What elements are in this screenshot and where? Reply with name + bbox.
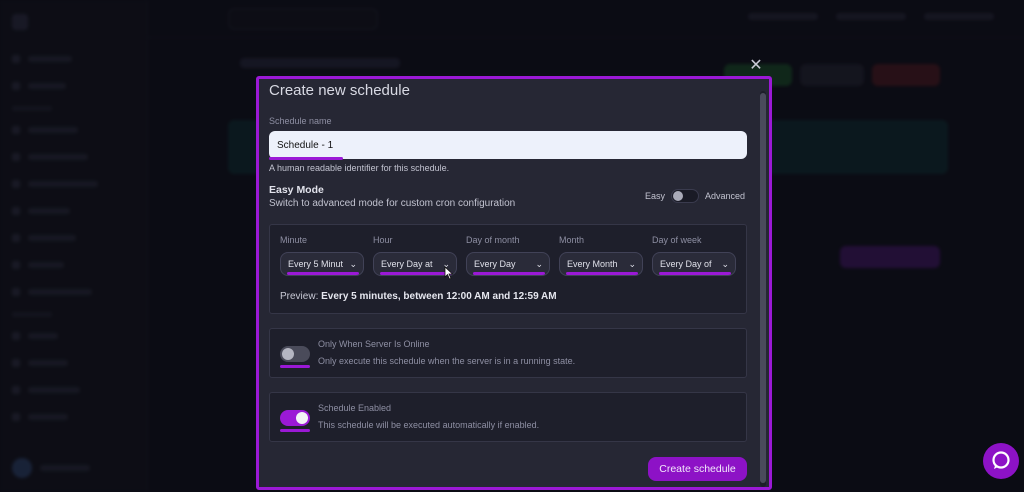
modal-title: Create new schedule — [269, 82, 410, 99]
schedule-enabled-toggle[interactable] — [280, 410, 310, 432]
select-indicator — [659, 272, 731, 275]
hour-value: Every Day at — [381, 259, 433, 269]
option-description: Only execute this schedule when the serv… — [318, 356, 576, 366]
easy-mode-subtitle: Switch to advanced mode for custom cron … — [269, 198, 516, 209]
option-title: Schedule Enabled — [318, 403, 392, 413]
minute-value: Every 5 Minut — [288, 259, 344, 269]
hour-label: Hour — [373, 235, 393, 245]
cron-builder: Minute Every 5 Minut ⌄ Hour Every Day at… — [269, 224, 747, 314]
switch-knob — [282, 348, 294, 360]
only-when-online-toggle[interactable] — [280, 346, 310, 368]
advanced-label: Advanced — [705, 191, 746, 201]
month-field: Month Every Month ⌄ — [559, 235, 643, 276]
minute-select[interactable]: Every 5 Minut ⌄ — [280, 252, 364, 276]
easy-label: Easy — [645, 191, 666, 201]
mode-switch[interactable] — [671, 189, 700, 203]
select-indicator — [473, 272, 545, 275]
input-focus-indicator — [269, 157, 343, 160]
day-of-month-field: Day of month Every Day ⌄ — [466, 235, 550, 276]
day-of-month-select[interactable]: Every Day ⌄ — [466, 252, 550, 276]
month-select[interactable]: Every Month ⌄ — [559, 252, 643, 276]
day-of-month-label: Day of month — [466, 235, 520, 245]
cron-preview: Preview: Every 5 minutes, between 12:00 … — [280, 291, 557, 302]
option-description: This schedule will be executed automatic… — [318, 420, 540, 430]
preview-value: Every 5 minutes, between 12:00 AM and 12… — [321, 291, 557, 302]
create-schedule-modal: Create new schedule Schedule name A huma… — [256, 76, 772, 490]
schedule-name-helper: A human readable identifier for this sch… — [269, 163, 450, 173]
day-of-month-value: Every Day — [474, 259, 516, 269]
only-when-online-option: Only When Server Is Online Only execute … — [269, 328, 747, 378]
day-of-week-field: Day of week Every Day of ⌄ — [652, 235, 736, 276]
month-label: Month — [559, 235, 585, 245]
chat-bubble[interactable] — [983, 443, 1019, 479]
select-indicator — [380, 272, 452, 275]
select-indicator — [566, 272, 638, 275]
schedule-enabled-option: Schedule Enabled This schedule will be e… — [269, 392, 747, 442]
day-of-week-value: Every Day of — [660, 259, 712, 269]
switch-knob — [673, 191, 684, 201]
minute-field: Minute Every 5 Minut ⌄ — [280, 235, 364, 276]
easy-mode-title: Easy Mode — [269, 184, 324, 196]
option-title: Only When Server Is Online — [318, 339, 430, 349]
close-icon[interactable]: ✕ — [748, 58, 764, 74]
day-of-week-select[interactable]: Every Day of ⌄ — [652, 252, 736, 276]
schedule-name-label: Schedule name — [269, 116, 332, 126]
day-of-week-label: Day of week — [652, 235, 702, 245]
scrollbar-thumb[interactable] — [760, 93, 766, 483]
preview-label: Preview: — [280, 291, 319, 302]
create-schedule-button[interactable]: Create schedule — [648, 457, 747, 481]
month-value: Every Month — [567, 259, 618, 269]
toggle-indicator — [280, 429, 310, 432]
minute-label: Minute — [280, 235, 308, 245]
toggle-indicator — [280, 365, 310, 368]
mouse-pointer-icon — [444, 266, 454, 280]
mode-toggle: Easy Advanced — [645, 189, 745, 203]
chat-icon — [992, 451, 1010, 469]
select-indicator — [287, 272, 359, 275]
schedule-name-input[interactable] — [269, 131, 747, 159]
switch-knob — [296, 412, 308, 424]
